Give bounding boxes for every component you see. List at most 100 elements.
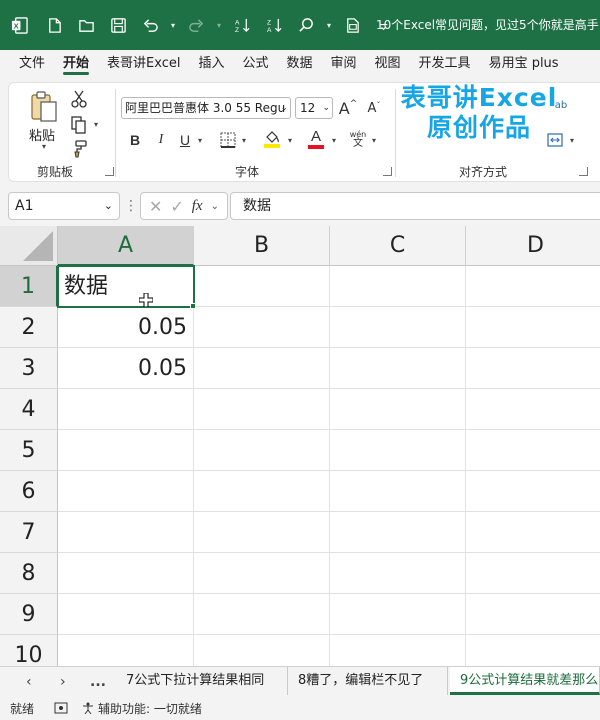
cell-c10[interactable]: [330, 635, 466, 666]
cell-d2[interactable]: [466, 307, 600, 348]
cell-d10[interactable]: [466, 635, 600, 666]
column-header-d[interactable]: D: [466, 226, 600, 266]
font-color-dropdown-icon[interactable]: ▾: [329, 135, 339, 145]
fill-handle[interactable]: [190, 303, 196, 309]
cell-a2[interactable]: 0.05: [58, 307, 194, 348]
format-painter-icon[interactable]: [69, 139, 89, 159]
row-header-3[interactable]: 3: [0, 348, 58, 389]
row-header-5[interactable]: 5: [0, 430, 58, 471]
row-header-7[interactable]: 7: [0, 512, 58, 553]
enter-icon[interactable]: ✓: [170, 197, 183, 216]
redo-dropdown-icon[interactable]: ▾: [212, 0, 226, 50]
row-header-8[interactable]: 8: [0, 553, 58, 594]
clipboard-launcher-icon[interactable]: [105, 167, 114, 176]
tab-view[interactable]: 视图: [366, 50, 410, 78]
row-header-9[interactable]: 9: [0, 594, 58, 635]
redo-icon[interactable]: [180, 0, 212, 50]
row-header-6[interactable]: 6: [0, 471, 58, 512]
cut-icon[interactable]: [69, 89, 89, 109]
cell-b2[interactable]: [194, 307, 330, 348]
cell-c5[interactable]: [330, 430, 466, 471]
row-header-2[interactable]: 2: [0, 307, 58, 348]
sheet-tab-9[interactable]: 9公式计算结果就差那么: [450, 667, 600, 695]
merge-center-icon[interactable]: [545, 129, 565, 151]
tab-easyutil-plus[interactable]: 易用宝 plus: [480, 50, 568, 78]
paste-dropdown-icon[interactable]: ▾: [39, 141, 49, 151]
tab-review[interactable]: 审阅: [322, 50, 366, 78]
prev-sheet-icon[interactable]: ‹: [26, 667, 32, 697]
shrink-font-icon[interactable]: Aˇ: [363, 97, 385, 119]
cell-a4[interactable]: [58, 389, 194, 430]
cell-b9[interactable]: [194, 594, 330, 635]
cancel-icon[interactable]: ✕: [149, 197, 162, 216]
cell-b6[interactable]: [194, 471, 330, 512]
cell-d7[interactable]: [466, 512, 600, 553]
cell-c3[interactable]: [330, 348, 466, 389]
new-file-icon[interactable]: [38, 0, 70, 50]
tab-data[interactable]: 数据: [278, 50, 322, 78]
wrap-text-icon[interactable]: ab: [549, 93, 573, 117]
merge-dropdown-icon[interactable]: ▾: [567, 135, 577, 145]
more-sheets-button[interactable]: ...: [90, 667, 106, 697]
cell-a5[interactable]: [58, 430, 194, 471]
undo-dropdown-icon[interactable]: ▾: [166, 0, 180, 50]
cell-b3[interactable]: [194, 348, 330, 389]
cell-d8[interactable]: [466, 553, 600, 594]
tab-biaoge-excel[interactable]: 表哥讲Excel: [98, 50, 189, 78]
cell-d1[interactable]: [466, 266, 600, 307]
tab-home[interactable]: 开始: [54, 50, 98, 78]
name-box[interactable]: A1 ⌄: [8, 192, 120, 220]
cell-d6[interactable]: [466, 471, 600, 512]
cell-c1[interactable]: [330, 266, 466, 307]
copy-icon[interactable]: [69, 115, 89, 135]
cell-a9[interactable]: [58, 594, 194, 635]
cell-c4[interactable]: [330, 389, 466, 430]
cell-b7[interactable]: [194, 512, 330, 553]
tab-formulas[interactable]: 公式: [233, 50, 277, 78]
cell-d4[interactable]: [466, 389, 600, 430]
cell-c2[interactable]: [330, 307, 466, 348]
font-name-select[interactable]: 阿里巴巴普惠体 3.0 55 Regu ⌄: [121, 97, 291, 119]
row-header-1[interactable]: 1: [0, 266, 58, 307]
cell-d9[interactable]: [466, 594, 600, 635]
cell-a1[interactable]: 数据: [57, 265, 195, 308]
phonetic-dropdown-icon[interactable]: ▾: [369, 135, 379, 145]
grow-font-icon[interactable]: A ^: [337, 97, 359, 119]
tab-file[interactable]: 文件: [10, 50, 54, 78]
cell-c7[interactable]: [330, 512, 466, 553]
column-header-c[interactable]: C: [330, 226, 466, 266]
underline-dropdown-icon[interactable]: ▾: [195, 135, 205, 145]
paste-icon[interactable]: [27, 89, 61, 125]
underline-button[interactable]: U: [175, 129, 195, 151]
cell-c9[interactable]: [330, 594, 466, 635]
cell-a7[interactable]: [58, 512, 194, 553]
tab-developer[interactable]: 开发工具: [410, 50, 480, 78]
cell-c6[interactable]: [330, 471, 466, 512]
insert-function-icon[interactable]: fx: [192, 198, 203, 215]
cell-a3[interactable]: 0.05: [58, 348, 194, 389]
cell-b4[interactable]: [194, 389, 330, 430]
alignment-launcher-icon[interactable]: [579, 167, 588, 176]
fill-color-icon[interactable]: [261, 127, 283, 151]
font-launcher-icon[interactable]: [383, 167, 392, 176]
cell-d3[interactable]: [466, 348, 600, 389]
more-options-icon[interactable]: ⋮: [124, 198, 138, 214]
cell-a10[interactable]: [58, 635, 194, 666]
copy-dropdown-icon[interactable]: ▾: [91, 119, 101, 129]
open-folder-icon[interactable]: [70, 0, 102, 50]
row-header-4[interactable]: 4: [0, 389, 58, 430]
cell-a8[interactable]: [58, 553, 194, 594]
formula-input[interactable]: 数据: [230, 192, 600, 220]
search-icon[interactable]: [290, 0, 322, 50]
cell-b8[interactable]: [194, 553, 330, 594]
sort-descending-icon[interactable]: ZA: [258, 0, 290, 50]
form-icon[interactable]: [336, 0, 368, 50]
font-size-select[interactable]: 12 ⌄: [295, 97, 333, 119]
font-color-icon[interactable]: A: [305, 127, 327, 151]
phonetic-guide-icon[interactable]: wén 文: [347, 127, 369, 151]
chevron-down-icon[interactable]: ⌄: [211, 201, 219, 212]
cell-b1[interactable]: [194, 266, 330, 307]
status-accessibility[interactable]: 辅助功能: 一切就绪: [98, 700, 202, 717]
macro-record-icon[interactable]: [54, 702, 68, 714]
column-header-a[interactable]: A: [58, 226, 194, 266]
